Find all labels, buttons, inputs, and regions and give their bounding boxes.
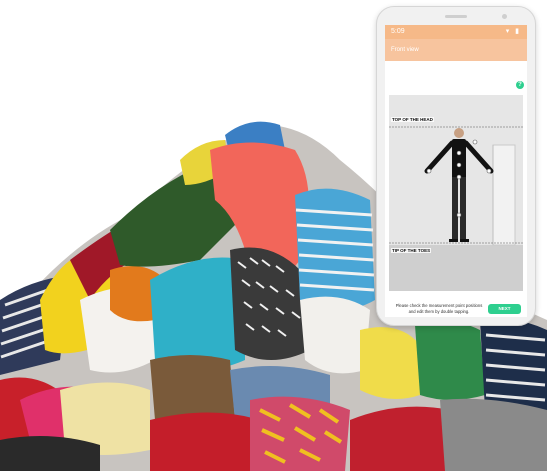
top-of-head-label: TOP OF THE HEAD [391, 117, 434, 122]
next-button[interactable]: NEXT [488, 304, 521, 314]
phone-speaker [445, 15, 467, 18]
phone-camera [502, 14, 507, 19]
phone-screen: 5:09 ▾ ▮ Front view ? TOP OF THE HEAD TI… [385, 25, 527, 317]
status-bar: 5:09 ▾ ▮ [385, 25, 527, 39]
body-photo: TOP OF THE HEAD TIP OF THE TOES [389, 95, 523, 291]
battery-icon: ▾ ▮ [505, 28, 521, 35]
instructions-text: Please check the measurement point posit… [395, 303, 483, 314]
app-bar-title: Front view [385, 39, 527, 61]
person-photo [389, 95, 523, 291]
status-time: 5:09 [391, 28, 405, 35]
phone-mockup: 5:09 ▾ ▮ Front view ? TOP OF THE HEAD TI… [376, 6, 536, 326]
tip-of-toes-label: TIP OF THE TOES [391, 248, 432, 253]
help-icon[interactable]: ? [516, 81, 524, 89]
